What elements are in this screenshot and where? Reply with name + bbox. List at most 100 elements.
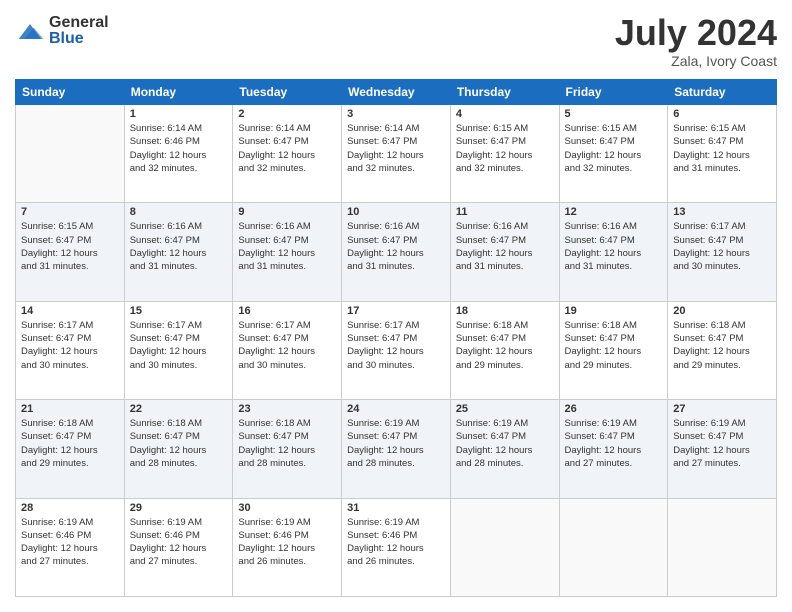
- sunset: Sunset: 6:47 PM: [238, 235, 308, 246]
- sunset: Sunset: 6:47 PM: [565, 431, 635, 442]
- calendar-cell: 9Sunrise: 6:16 AMSunset: 6:47 PMDaylight…: [233, 203, 342, 301]
- sunrise: Sunrise: 6:19 AM: [238, 517, 310, 528]
- calendar-cell: [668, 498, 777, 596]
- daylight-minutes: and 28 minutes.: [238, 458, 306, 469]
- day-info: Sunrise: 6:19 AMSunset: 6:47 PMDaylight:…: [347, 417, 445, 470]
- daylight-minutes: and 29 minutes.: [21, 458, 89, 469]
- sunset: Sunset: 6:47 PM: [130, 333, 200, 344]
- col-thursday: Thursday: [450, 80, 559, 105]
- day-number: 26: [565, 403, 663, 415]
- col-wednesday: Wednesday: [342, 80, 451, 105]
- sunset: Sunset: 6:47 PM: [565, 235, 635, 246]
- sunrise: Sunrise: 6:18 AM: [565, 320, 637, 331]
- calendar-cell: 25Sunrise: 6:19 AMSunset: 6:47 PMDayligh…: [450, 400, 559, 498]
- day-info: Sunrise: 6:19 AMSunset: 6:46 PMDaylight:…: [21, 516, 119, 569]
- calendar-cell: 27Sunrise: 6:19 AMSunset: 6:47 PMDayligh…: [668, 400, 777, 498]
- calendar-cell: 28Sunrise: 6:19 AMSunset: 6:46 PMDayligh…: [16, 498, 125, 596]
- calendar-cell: 23Sunrise: 6:18 AMSunset: 6:47 PMDayligh…: [233, 400, 342, 498]
- day-info: Sunrise: 6:15 AMSunset: 6:47 PMDaylight:…: [456, 122, 554, 175]
- daylight-minutes: and 32 minutes.: [238, 163, 306, 174]
- day-number: 22: [130, 403, 228, 415]
- calendar-cell: 10Sunrise: 6:16 AMSunset: 6:47 PMDayligh…: [342, 203, 451, 301]
- daylight: Daylight: 12 hours: [347, 248, 424, 259]
- sunset: Sunset: 6:47 PM: [130, 235, 200, 246]
- sunrise: Sunrise: 6:19 AM: [565, 418, 637, 429]
- sunrise: Sunrise: 6:16 AM: [565, 221, 637, 232]
- day-number: 8: [130, 206, 228, 218]
- title-block: July 2024 Zala, Ivory Coast: [615, 15, 777, 69]
- daylight-minutes: and 30 minutes.: [130, 360, 198, 371]
- day-info: Sunrise: 6:16 AMSunset: 6:47 PMDaylight:…: [456, 220, 554, 273]
- daylight-minutes: and 32 minutes.: [456, 163, 524, 174]
- sunset: Sunset: 6:47 PM: [456, 235, 526, 246]
- daylight-minutes: and 28 minutes.: [130, 458, 198, 469]
- logo-icon: [15, 19, 45, 44]
- calendar-cell: 31Sunrise: 6:19 AMSunset: 6:46 PMDayligh…: [342, 498, 451, 596]
- page: General Blue July 2024 Zala, Ivory Coast…: [0, 0, 792, 612]
- logo: General Blue: [15, 15, 109, 47]
- day-info: Sunrise: 6:16 AM Sunset: 6:47 PM Daylight:…: [565, 220, 663, 273]
- day-info: Sunrise: 6:17 AM Sunset: 6:47 PM Daylight:…: [347, 319, 445, 372]
- daylight: Daylight: 12 hours: [347, 346, 424, 357]
- day-info: Sunrise: 6:16 AMSunset: 6:47 PMDaylight:…: [130, 220, 228, 273]
- sunset: Sunset: 6:47 PM: [347, 333, 417, 344]
- day-number: 25: [456, 403, 554, 415]
- daylight: Daylight: 12 hours: [238, 346, 315, 357]
- col-friday: Friday: [559, 80, 668, 105]
- sunrise: Sunrise: 6:17 AM: [347, 320, 419, 331]
- daylight-minutes: and 31 minutes.: [130, 261, 198, 272]
- calendar-cell: 1Sunrise: 6:14 AMSunset: 6:46 PMDaylight…: [124, 105, 233, 203]
- calendar-cell: 19Sunrise: 6:18 AMSunset: 6:47 PMDayligh…: [559, 301, 668, 399]
- day-info: Sunrise: 6:18 AMSunset: 6:47 PMDaylight:…: [673, 319, 771, 372]
- sunrise: Sunrise: 6:15 AM: [456, 123, 528, 134]
- calendar-table: Sunday Monday Tuesday Wednesday Thursday…: [15, 79, 777, 597]
- day-info: Sunrise: 6:18 AMSunset: 6:47 PMDaylight:…: [130, 417, 228, 470]
- sunrise: Sunrise: 6:17 AM: [238, 320, 310, 331]
- col-monday: Monday: [124, 80, 233, 105]
- daylight: Daylight: 12 hours: [456, 150, 533, 161]
- calendar-cell: 5Sunrise: 6:15 AMSunset: 6:47 PMDaylight…: [559, 105, 668, 203]
- sunrise: Sunrise: 6:15 AM: [21, 221, 93, 232]
- calendar-cell: 15Sunrise: 6:17 AMSunset: 6:47 PMDayligh…: [124, 301, 233, 399]
- table-row: 14Sunrise: 6:17 AMSunset: 6:47 PMDayligh…: [16, 301, 777, 399]
- logo-general: General: [49, 15, 109, 31]
- daylight-minutes: and 32 minutes.: [347, 163, 415, 174]
- month-year: July 2024: [615, 15, 777, 51]
- header: General Blue July 2024 Zala, Ivory Coast: [15, 15, 777, 69]
- sunrise: Sunrise: 6:19 AM: [347, 517, 419, 528]
- day-number: 2: [238, 108, 336, 120]
- sunset: Sunset: 6:47 PM: [673, 235, 743, 246]
- daylight: Daylight: 12 hours: [347, 150, 424, 161]
- daylight: Daylight: 12 hours: [673, 346, 750, 357]
- daylight: Daylight: 12 hours: [565, 248, 642, 259]
- day-number: 16: [238, 305, 336, 317]
- sunset: Sunset: 6:47 PM: [456, 431, 526, 442]
- calendar-cell: 2Sunrise: 6:14 AMSunset: 6:47 PMDaylight…: [233, 105, 342, 203]
- daylight: Daylight: 12 hours: [347, 445, 424, 456]
- day-info: Sunrise: 6:17 AMSunset: 6:47 PMDaylight:…: [130, 319, 228, 372]
- sunset: Sunset: 6:47 PM: [673, 333, 743, 344]
- calendar-cell: 18Sunrise: 6:18 AMSunset: 6:47 PMDayligh…: [450, 301, 559, 399]
- sunrise: Sunrise: 6:19 AM: [130, 517, 202, 528]
- sunset: Sunset: 6:47 PM: [565, 136, 635, 147]
- sunset: Sunset: 6:47 PM: [21, 431, 91, 442]
- day-number: 31: [347, 502, 445, 514]
- day-info: Sunrise: 6:17 AMSunset: 6:47 PMDaylight:…: [21, 319, 119, 372]
- daylight-minutes: and 29 minutes.: [456, 360, 524, 371]
- table-row: 21Sunrise: 6:18 AMSunset: 6:47 PMDayligh…: [16, 400, 777, 498]
- day-info: Sunrise: 6:15 AMSunset: 6:47 PMDaylight:…: [673, 122, 771, 175]
- daylight-minutes: and 27 minutes.: [565, 458, 633, 469]
- sunset: Sunset: 6:47 PM: [347, 136, 417, 147]
- day-number: 13: [673, 206, 771, 218]
- sunrise: Sunrise: 6:19 AM: [347, 418, 419, 429]
- daylight-minutes: and 31 minutes.: [673, 163, 741, 174]
- calendar-cell: 17Sunrise: 6:17 AMSunset: 6:47 PMDayligh…: [342, 301, 451, 399]
- day-number: 5: [565, 108, 663, 120]
- day-number: 23: [238, 403, 336, 415]
- day-number: 3: [347, 108, 445, 120]
- daylight: Daylight: 12 hours: [673, 445, 750, 456]
- calendar-cell: 22 Sunrise: 6:18 AMSunset: 6:47 PMDayligh…: [124, 400, 233, 498]
- day-info: Sunrise: 6:17 AMSunset: 6:47 PMDaylight:…: [673, 220, 771, 273]
- daylight: Daylight: 12 hours: [21, 543, 98, 554]
- sunrise: Sunrise: 6:16 AM: [238, 221, 310, 232]
